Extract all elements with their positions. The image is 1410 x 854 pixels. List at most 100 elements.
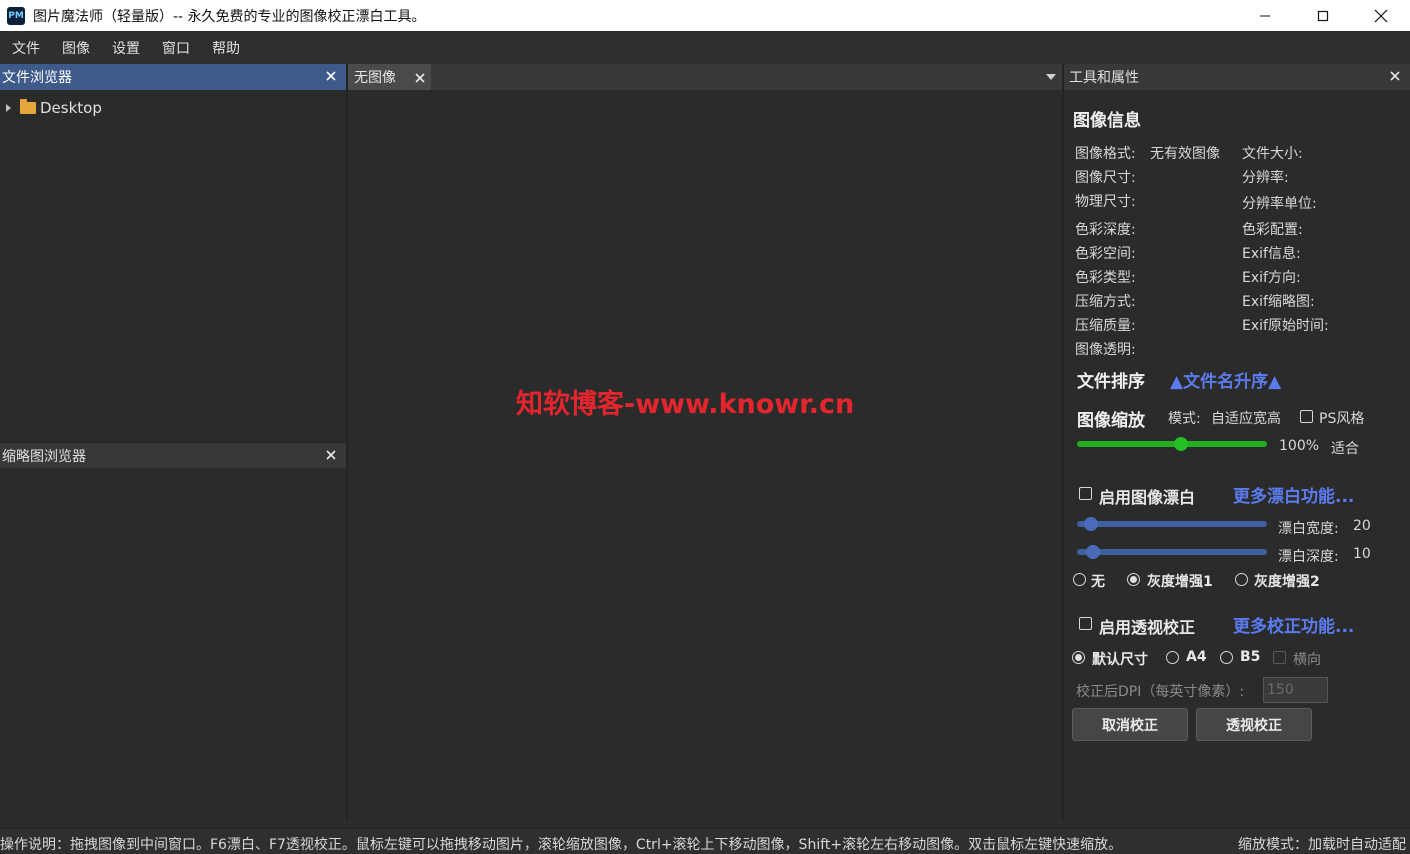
tab-close-button[interactable] bbox=[415, 69, 425, 87]
more-whiten-link[interactable]: 更多漂白功能... bbox=[1233, 482, 1354, 507]
info-right-label: 文件大小: bbox=[1242, 146, 1303, 162]
menu-image[interactable]: 图像 bbox=[56, 38, 96, 58]
tools-panel-header: 工具和属性 bbox=[1064, 64, 1410, 90]
file-browser-tree: Desktop bbox=[0, 90, 346, 442]
whiten-mode-none-radio[interactable] bbox=[1073, 573, 1086, 586]
close-icon bbox=[1390, 71, 1400, 81]
enable-whiten-checkbox[interactable] bbox=[1079, 487, 1092, 500]
status-zoom-mode: 缩放模式：加载时自动适配 bbox=[1238, 837, 1406, 853]
file-browser-close-button[interactable] bbox=[324, 68, 338, 84]
ps-style-label: PS风格 bbox=[1319, 411, 1365, 427]
dpi-input[interactable] bbox=[1263, 677, 1328, 703]
file-browser-title: 文件浏览器 bbox=[2, 70, 72, 86]
info-right-label: 分辨率: bbox=[1242, 170, 1289, 186]
perspective-correction-button[interactable]: 透视校正 bbox=[1196, 708, 1312, 741]
zoom-fit-button[interactable]: 适合 bbox=[1331, 438, 1359, 458]
thumbnail-area bbox=[0, 468, 346, 820]
size-default-radio[interactable] bbox=[1072, 651, 1085, 664]
menu-window[interactable]: 窗口 bbox=[156, 38, 196, 58]
dpi-label: 校正后DPI（每英寸像素）: bbox=[1076, 684, 1245, 700]
whiten-mode-gray1-radio[interactable] bbox=[1127, 573, 1140, 586]
whiten-width-slider[interactable] bbox=[1077, 517, 1267, 531]
tools-panel: 图像信息 文件排序 ▲文件名升序▲ 图像缩放 模式: 自适应宽高 PS风格 10… bbox=[1064, 90, 1410, 820]
close-icon bbox=[1374, 9, 1388, 22]
whiten-depth-value: 10 bbox=[1353, 546, 1371, 562]
image-canvas[interactable]: 知软博客-www.knowr.cn bbox=[348, 90, 1062, 820]
size-a4-label: A4 bbox=[1186, 649, 1207, 665]
info-left-label: 图像格式: bbox=[1075, 146, 1136, 162]
tools-panel-close-button[interactable] bbox=[1388, 68, 1402, 84]
maximize-icon bbox=[1317, 10, 1329, 21]
more-perspective-link[interactable]: 更多校正功能... bbox=[1233, 612, 1354, 637]
window-controls bbox=[1236, 0, 1410, 31]
info-left-value: 无有效图像 bbox=[1150, 146, 1220, 162]
whiten-mode-gray1-label: 灰度增强1 bbox=[1147, 574, 1213, 590]
whiten-depth-slider[interactable] bbox=[1077, 545, 1267, 559]
thumbnail-browser-close-button[interactable] bbox=[324, 447, 338, 463]
info-left-label: 图像透明: bbox=[1075, 342, 1136, 358]
close-icon bbox=[415, 73, 425, 83]
info-right-label: 色彩配置: bbox=[1242, 222, 1303, 238]
landscape-label: 横向 bbox=[1293, 652, 1321, 668]
thumbnail-browser-header: 缩略图浏览器 bbox=[0, 442, 346, 468]
info-right-label: Exif原始时间: bbox=[1242, 318, 1329, 334]
info-left-label: 色彩空间: bbox=[1075, 246, 1136, 262]
minimize-button[interactable] bbox=[1236, 0, 1294, 31]
info-left-label: 色彩类型: bbox=[1075, 270, 1136, 286]
landscape-checkbox[interactable] bbox=[1273, 651, 1286, 664]
title-bar: PM 图片魔法师（轻量版）-- 永久免费的专业的图像校正漂白工具。 bbox=[0, 0, 1410, 31]
info-left-label: 压缩方式: bbox=[1075, 294, 1136, 310]
tree-item-label: Desktop bbox=[40, 99, 102, 117]
tab-list-dropdown-icon[interactable] bbox=[1046, 74, 1056, 80]
zoom-mode-label: 模式: bbox=[1168, 411, 1201, 427]
menu-file[interactable]: 文件 bbox=[6, 38, 46, 58]
minimize-icon bbox=[1260, 15, 1270, 16]
maximize-button[interactable] bbox=[1294, 0, 1352, 31]
info-left-label: 物理尺寸: bbox=[1075, 194, 1136, 210]
menu-help[interactable]: 帮助 bbox=[206, 38, 246, 58]
enable-perspective-label: 启用透视校正 bbox=[1099, 618, 1196, 637]
image-info-title: 图像信息 bbox=[1073, 111, 1141, 131]
info-right-label: Exif信息: bbox=[1242, 246, 1301, 262]
size-b5-radio[interactable] bbox=[1220, 651, 1233, 664]
folder-icon bbox=[20, 99, 36, 114]
watermark-text: 知软博客-www.knowr.cn bbox=[516, 389, 855, 420]
zoom-slider-thumb[interactable] bbox=[1174, 437, 1188, 451]
whiten-mode-gray2-label: 灰度增强2 bbox=[1254, 574, 1320, 590]
expand-arrow-icon[interactable] bbox=[6, 104, 11, 112]
tools-panel-title: 工具和属性 bbox=[1069, 70, 1139, 86]
zoom-mode-value[interactable]: 自适应宽高 bbox=[1211, 408, 1281, 428]
close-window-button[interactable] bbox=[1352, 0, 1410, 31]
size-a4-radio[interactable] bbox=[1166, 651, 1179, 664]
whiten-width-slider-thumb[interactable] bbox=[1084, 517, 1098, 531]
zoom-slider[interactable] bbox=[1077, 437, 1267, 451]
whiten-width-value: 20 bbox=[1353, 518, 1371, 534]
info-right-label: Exif缩略图: bbox=[1242, 294, 1315, 310]
tree-item-desktop[interactable]: Desktop bbox=[4, 98, 102, 118]
enable-whiten-label: 启用图像漂白 bbox=[1099, 488, 1196, 507]
sort-title: 文件排序 bbox=[1077, 372, 1145, 392]
ps-style-checkbox[interactable] bbox=[1300, 410, 1313, 423]
enable-perspective-checkbox[interactable] bbox=[1079, 617, 1092, 630]
menu-bar: 文件 图像 设置 窗口 帮助 bbox=[0, 32, 1410, 63]
info-right-label: Exif方向: bbox=[1242, 270, 1301, 286]
info-left-label: 压缩质量: bbox=[1075, 318, 1136, 334]
cancel-correction-button[interactable]: 取消校正 bbox=[1072, 708, 1188, 741]
tab-no-image[interactable]: 无图像 bbox=[348, 64, 431, 90]
close-icon bbox=[326, 71, 336, 81]
whiten-mode-gray2-radio[interactable] bbox=[1235, 573, 1248, 586]
size-b5-label: B5 bbox=[1240, 649, 1261, 665]
status-help-text: 操作说明：拖拽图像到中间窗口。F6漂白、F7透视校正。鼠标左键可以拖拽移动图片，… bbox=[0, 837, 1123, 853]
whiten-width-label: 漂白宽度: bbox=[1278, 521, 1339, 537]
info-left-label: 色彩深度: bbox=[1075, 222, 1136, 238]
whiten-depth-label: 漂白深度: bbox=[1278, 549, 1339, 565]
document-tab-bar: 无图像 bbox=[348, 64, 1062, 90]
menu-settings[interactable]: 设置 bbox=[106, 38, 146, 58]
zoom-percent: 100% bbox=[1279, 438, 1320, 454]
sort-order-link[interactable]: ▲文件名升序▲ bbox=[1170, 367, 1281, 392]
whiten-depth-slider-thumb[interactable] bbox=[1086, 545, 1100, 559]
info-left-label: 图像尺寸: bbox=[1075, 170, 1136, 186]
info-right-label: 分辨率单位: bbox=[1242, 196, 1317, 212]
status-bar: 操作说明：拖拽图像到中间窗口。F6漂白、F7透视校正。鼠标左键可以拖拽移动图片，… bbox=[0, 828, 1410, 854]
app-logo-icon: PM bbox=[7, 6, 25, 25]
